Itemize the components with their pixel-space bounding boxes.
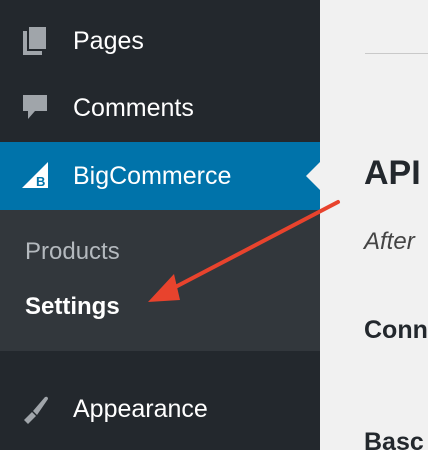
section-heading-base: Basc — [364, 428, 424, 450]
sidebar-item-label: Pages — [73, 26, 144, 55]
paintbrush-icon — [20, 394, 50, 424]
comment-bubble-icon — [20, 93, 50, 123]
divider — [365, 53, 428, 54]
page-title: API — [364, 154, 421, 192]
sidebar-item-appearance[interactable]: Appearance — [0, 384, 320, 434]
page-description: After — [364, 228, 415, 255]
main-content: API After Conn Basc — [320, 0, 428, 450]
submenu-item-products[interactable]: Products — [25, 238, 120, 266]
svg-text:B: B — [36, 174, 45, 189]
sidebar-item-pages[interactable]: Pages — [0, 18, 320, 64]
sidebar-item-bigcommerce[interactable]: B BigCommerce — [0, 142, 320, 210]
sidebar-item-comments[interactable]: Comments — [0, 84, 320, 132]
pages-icon — [20, 26, 50, 56]
submenu-item-settings[interactable]: Settings — [25, 293, 120, 321]
active-pointer — [306, 162, 320, 190]
sidebar-item-label: Comments — [73, 93, 194, 122]
sidebar-item-label: Appearance — [73, 394, 208, 423]
bigcommerce-submenu: Products Settings — [0, 210, 320, 351]
sidebar-item-label: BigCommerce — [73, 161, 232, 190]
admin-sidebar: Pages Comments B BigCommerce Products Se… — [0, 0, 320, 450]
bigcommerce-logo-icon: B — [20, 161, 50, 191]
section-heading-connection: Conn — [364, 316, 428, 344]
